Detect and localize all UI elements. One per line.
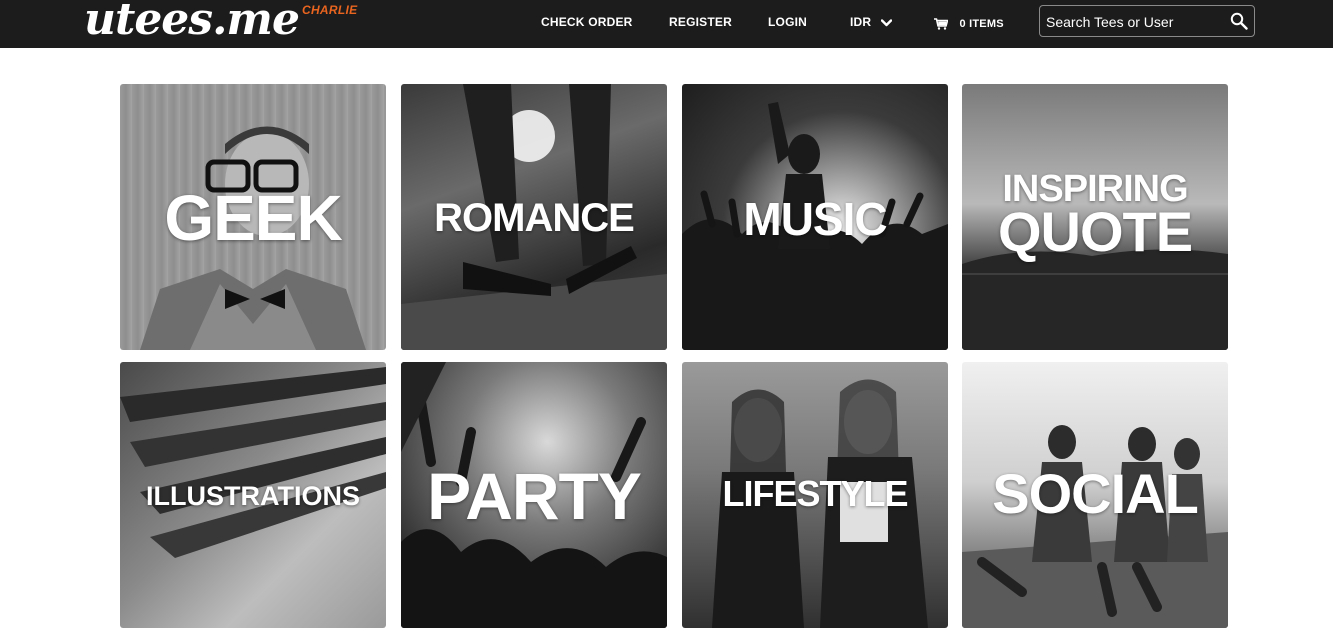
currency-label: IDR xyxy=(850,15,872,29)
top-navigation-bar: utees.me CHARLIE CHECK ORDER REGISTER LO… xyxy=(0,0,1333,48)
category-tile-romance[interactable]: ROMANCE xyxy=(401,84,667,350)
currency-dropdown[interactable]: IDR xyxy=(850,14,892,30)
category-label-social: SOCIAL xyxy=(992,462,1199,525)
category-tile-social[interactable]: SOCIAL xyxy=(962,362,1228,628)
nav-register[interactable]: REGISTER xyxy=(669,14,732,30)
cart-button[interactable]: 0 ITEMS xyxy=(934,15,1004,31)
chevron-down-icon xyxy=(880,19,892,27)
search-input[interactable] xyxy=(1046,12,1221,32)
category-tile-music[interactable]: MUSIC xyxy=(682,84,948,350)
nav-check-order[interactable]: CHECK ORDER xyxy=(541,14,633,30)
category-label-lifestyle: LIFESTYLE xyxy=(722,473,908,514)
category-label-geek: GEEK xyxy=(164,182,342,254)
category-tile-inspiring-quote[interactable]: INSPIRING QUOTE xyxy=(962,84,1228,350)
logo-subtitle: CHARLIE xyxy=(302,3,358,17)
category-tile-geek[interactable]: GEEK xyxy=(120,84,386,350)
cart-item-count: 0 ITEMS xyxy=(959,17,1004,30)
category-tile-party[interactable]: PARTY xyxy=(401,362,667,628)
category-label-illustrations: ILLUSTRATIONS xyxy=(146,481,360,511)
category-label-party: PARTY xyxy=(427,459,642,533)
category-label-quote: QUOTE xyxy=(997,200,1193,263)
search-icon[interactable] xyxy=(1230,12,1248,30)
site-logo[interactable]: utees.me xyxy=(84,0,300,44)
category-tile-illustrations[interactable]: ILLUSTRATIONS xyxy=(120,362,386,628)
category-label-music: MUSIC xyxy=(743,193,887,245)
category-label-romance: ROMANCE xyxy=(434,196,635,240)
cart-icon xyxy=(934,18,948,30)
nav-login[interactable]: LOGIN xyxy=(768,14,807,30)
search-bar xyxy=(1039,5,1255,37)
category-tile-lifestyle[interactable]: LIFESTYLE xyxy=(682,362,948,628)
